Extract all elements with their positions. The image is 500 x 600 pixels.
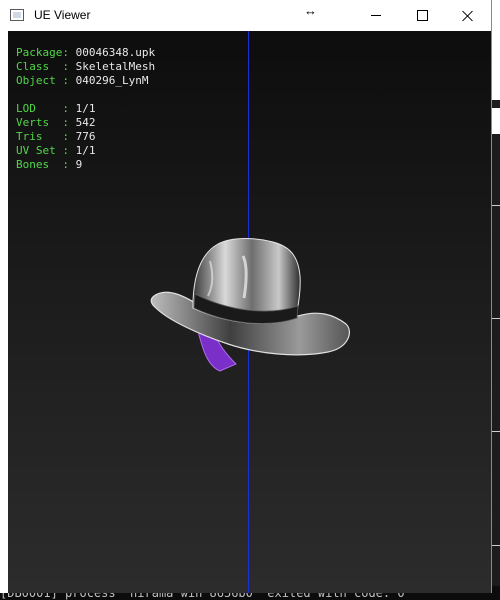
info-row-object: Object : 040296_LynM (16, 74, 155, 88)
mesh-info-overlay: Package: 00046348.upk Class : SkeletalMe… (16, 46, 155, 172)
3d-viewport[interactable]: Package: 00046348.upk Class : SkeletalMe… (8, 31, 491, 593)
minimize-icon (371, 15, 381, 16)
info-row-bones: Bones : 9 (16, 158, 155, 172)
info-value: 9 (75, 158, 83, 171)
resize-cursor-icon: ↔ (304, 3, 317, 18)
info-label: Object : (16, 74, 69, 87)
background-terminal-edge (492, 100, 500, 600)
maximize-icon (416, 10, 428, 21)
close-icon (462, 10, 474, 22)
info-value: 1/1 (75, 144, 96, 157)
close-button[interactable] (445, 0, 491, 31)
background-divider (492, 431, 500, 432)
info-value: SkeletalMesh (75, 60, 156, 73)
info-label: Verts : (16, 116, 69, 129)
app-icon[interactable] (10, 9, 24, 21)
info-label: Package: (16, 46, 69, 59)
info-label: Bones : (16, 158, 69, 171)
info-label: UV Set : (16, 144, 69, 157)
background-divider (492, 318, 500, 319)
info-label: LOD : (16, 102, 69, 115)
info-label: Class : (16, 60, 69, 73)
info-row-verts: Verts : 542 (16, 116, 155, 130)
minimize-button[interactable] (353, 0, 399, 31)
background-divider (492, 205, 500, 206)
info-row-tris: Tris : 776 (16, 130, 155, 144)
hat-mesh-model (150, 238, 350, 372)
background-terminal-field (492, 108, 500, 134)
info-value: 1/1 (75, 102, 96, 115)
info-value: 542 (75, 116, 96, 129)
info-value: 776 (75, 130, 96, 143)
info-value: 00046348.upk (75, 46, 156, 59)
info-label: Tris : (16, 130, 69, 143)
background-divider (492, 545, 500, 546)
info-row-package: Package: 00046348.upk (16, 46, 155, 60)
info-row-uv-set: UV Set : 1/1 (16, 144, 155, 158)
info-value: 040296_LynM (75, 74, 149, 87)
info-row-lod: LOD : 1/1 (16, 102, 155, 116)
title-bar[interactable]: UE Viewer ↔ (0, 0, 491, 31)
maximize-button[interactable] (399, 0, 445, 31)
ue-viewer-window: UE Viewer ↔ Package: 00046348.upk Class … (0, 0, 492, 593)
info-row-class: Class : SkeletalMesh (16, 60, 155, 74)
window-title: UE Viewer (34, 8, 91, 22)
